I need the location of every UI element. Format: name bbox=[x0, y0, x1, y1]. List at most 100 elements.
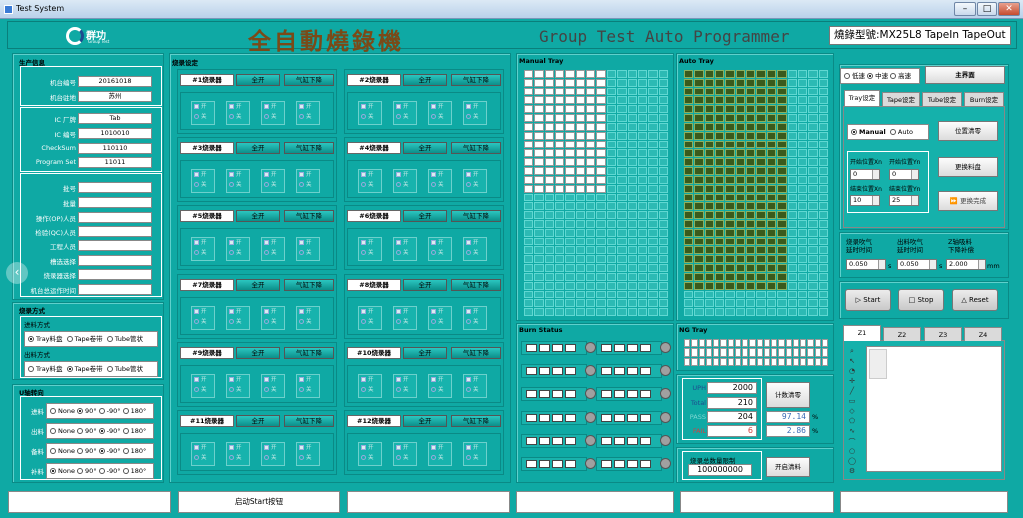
u-axis-option[interactable]: -90° bbox=[98, 447, 123, 455]
socket-switch[interactable]: 开关 bbox=[358, 374, 382, 398]
socket-switch[interactable]: 开关 bbox=[191, 237, 215, 261]
all-open-button[interactable]: 全开 bbox=[403, 142, 447, 154]
info-value[interactable]: 1010010 bbox=[78, 128, 152, 139]
cylinder-down-button[interactable]: 气缸下降 bbox=[451, 415, 501, 427]
socket-switch[interactable]: 开关 bbox=[296, 101, 320, 125]
u-axis-option[interactable]: -90° bbox=[98, 407, 123, 415]
tab-tube[interactable]: Tube设定 bbox=[922, 92, 962, 106]
cylinder-down-button[interactable]: 气缸下降 bbox=[284, 210, 334, 222]
feed-in-tray[interactable]: Tray料盘 bbox=[28, 335, 63, 343]
tab-tape[interactable]: Tape设定 bbox=[882, 92, 920, 106]
start-x-input[interactable]: 0 bbox=[850, 169, 880, 180]
all-open-button[interactable]: 全开 bbox=[236, 142, 280, 154]
u-axis-option[interactable]: None bbox=[50, 407, 77, 415]
tab-burn[interactable]: Burn设定 bbox=[964, 92, 1004, 106]
feed-in-tape[interactable]: Tape卷带 bbox=[66, 335, 103, 343]
cylinder-down-button[interactable]: 气缸下降 bbox=[451, 279, 501, 291]
stop-button[interactable]: □ Stop bbox=[898, 289, 944, 311]
gear-icon[interactable] bbox=[660, 388, 671, 399]
socket-switch[interactable]: 开关 bbox=[393, 169, 417, 193]
info-value[interactable] bbox=[78, 212, 152, 223]
all-open-button[interactable]: 全开 bbox=[403, 210, 447, 222]
tab-zone-2[interactable]: Z2 bbox=[883, 327, 921, 341]
clear-material-button[interactable]: 开启清料 bbox=[766, 457, 810, 477]
gear-icon[interactable] bbox=[585, 435, 596, 446]
info-value[interactable] bbox=[78, 255, 152, 266]
pointer-icon[interactable]: ↖ bbox=[846, 357, 858, 367]
gear-icon[interactable] bbox=[585, 342, 596, 353]
socket-switch[interactable]: 开关 bbox=[393, 101, 417, 125]
ellipse-icon[interactable]: ○ bbox=[846, 447, 858, 457]
socket-switch[interactable]: 开关 bbox=[261, 101, 285, 125]
limit-input[interactable]: 100000000 bbox=[688, 464, 752, 476]
gear-icon[interactable] bbox=[660, 458, 671, 469]
u-axis-option[interactable]: 90° bbox=[77, 427, 99, 435]
socket-switch[interactable]: 开关 bbox=[191, 442, 215, 466]
socket-switch[interactable]: 开关 bbox=[261, 169, 285, 193]
info-value[interactable]: Tab bbox=[78, 113, 152, 124]
socket-switch[interactable]: 开关 bbox=[428, 101, 452, 125]
curve-icon[interactable]: ∿ bbox=[846, 427, 858, 437]
speed-high[interactable]: 高速 bbox=[890, 72, 911, 80]
gear-icon[interactable] bbox=[585, 458, 596, 469]
mode-manual[interactable]: Manual bbox=[851, 128, 886, 136]
polygon-icon[interactable]: ⬠ bbox=[846, 417, 858, 427]
all-open-button[interactable]: 全开 bbox=[403, 347, 447, 359]
info-value[interactable] bbox=[78, 226, 152, 237]
settings-icon[interactable]: ⚙ bbox=[846, 467, 858, 477]
socket-switch[interactable]: 开关 bbox=[261, 442, 285, 466]
maximize-button[interactable]: □ bbox=[977, 2, 997, 16]
socket-switch[interactable]: 开关 bbox=[428, 374, 452, 398]
gear-icon[interactable] bbox=[660, 342, 671, 353]
gear-icon[interactable] bbox=[585, 412, 596, 423]
feed-out-tube[interactable]: Tube管状 bbox=[106, 365, 143, 373]
socket-switch[interactable]: 开关 bbox=[296, 306, 320, 330]
cylinder-down-button[interactable]: 气缸下降 bbox=[451, 74, 501, 86]
socket-switch[interactable]: 开关 bbox=[191, 374, 215, 398]
socket-switch[interactable]: 开关 bbox=[393, 442, 417, 466]
gear-icon[interactable] bbox=[585, 388, 596, 399]
speed-radios[interactable]: 低速 中速 高速 bbox=[840, 68, 920, 84]
home-button[interactable]: 主界面 bbox=[925, 66, 1005, 84]
socket-switch[interactable]: 开关 bbox=[428, 306, 452, 330]
feed-out-tape[interactable]: Tape卷带 bbox=[66, 365, 103, 373]
info-value[interactable]: 20161018 bbox=[78, 76, 152, 87]
diamond-icon[interactable]: ◇ bbox=[846, 407, 858, 417]
cylinder-down-button[interactable]: 气缸下降 bbox=[284, 279, 334, 291]
u-axis-radio-row[interactable]: None 90° -90° 180° bbox=[46, 443, 154, 459]
socket-switch[interactable]: 开关 bbox=[226, 442, 250, 466]
feed-out-tray[interactable]: Tray料盘 bbox=[28, 365, 63, 373]
z-comp-input[interactable]: 2.000 bbox=[946, 259, 986, 270]
info-value[interactable] bbox=[78, 182, 152, 193]
all-open-button[interactable]: 全开 bbox=[236, 279, 280, 291]
out-blow-input[interactable]: 0.050 bbox=[897, 259, 937, 270]
u-axis-option[interactable]: 180° bbox=[122, 427, 146, 435]
socket-switch[interactable]: 开关 bbox=[428, 237, 452, 261]
tab-tray[interactable]: Tray设定 bbox=[844, 90, 880, 106]
info-value[interactable] bbox=[78, 284, 152, 295]
tab-zone-1[interactable]: Z1 bbox=[843, 325, 881, 341]
cylinder-down-button[interactable]: 气缸下降 bbox=[451, 347, 501, 359]
position-reset-button[interactable]: 位置清零 bbox=[938, 121, 998, 141]
cylinder-down-button[interactable]: 气缸下降 bbox=[284, 347, 334, 359]
manual-tray-grid[interactable] bbox=[524, 70, 668, 316]
all-open-button[interactable]: 全开 bbox=[236, 74, 280, 86]
auto-tray-grid[interactable] bbox=[684, 70, 828, 316]
cylinder-down-button[interactable]: 气缸下降 bbox=[284, 74, 334, 86]
end-y-input[interactable]: 25 bbox=[889, 195, 919, 206]
speed-mid[interactable]: 中速 bbox=[867, 72, 888, 80]
mode-auto[interactable]: Auto bbox=[889, 128, 913, 136]
u-axis-option[interactable]: -90° bbox=[98, 467, 123, 475]
arc-icon[interactable]: ⌒ bbox=[846, 437, 858, 447]
move-icon[interactable]: ✛ bbox=[846, 377, 858, 387]
all-open-button[interactable]: 全开 bbox=[236, 347, 280, 359]
feed-out-radios[interactable]: Tray料盘 Tape卷带 Tube管状 bbox=[24, 361, 158, 377]
socket-switch[interactable]: 开关 bbox=[191, 306, 215, 330]
cylinder-down-button[interactable]: 气缸下降 bbox=[284, 142, 334, 154]
end-x-input[interactable]: 10 bbox=[850, 195, 880, 206]
u-axis-radio-row[interactable]: None 90° -90° 180° bbox=[46, 403, 154, 419]
feed-in-radios[interactable]: Tray料盘 Tape卷带 Tube管状 bbox=[24, 331, 158, 347]
socket-switch[interactable]: 开关 bbox=[261, 306, 285, 330]
feed-in-tube[interactable]: Tube管状 bbox=[106, 335, 143, 343]
u-axis-option[interactable]: 180° bbox=[122, 467, 146, 475]
